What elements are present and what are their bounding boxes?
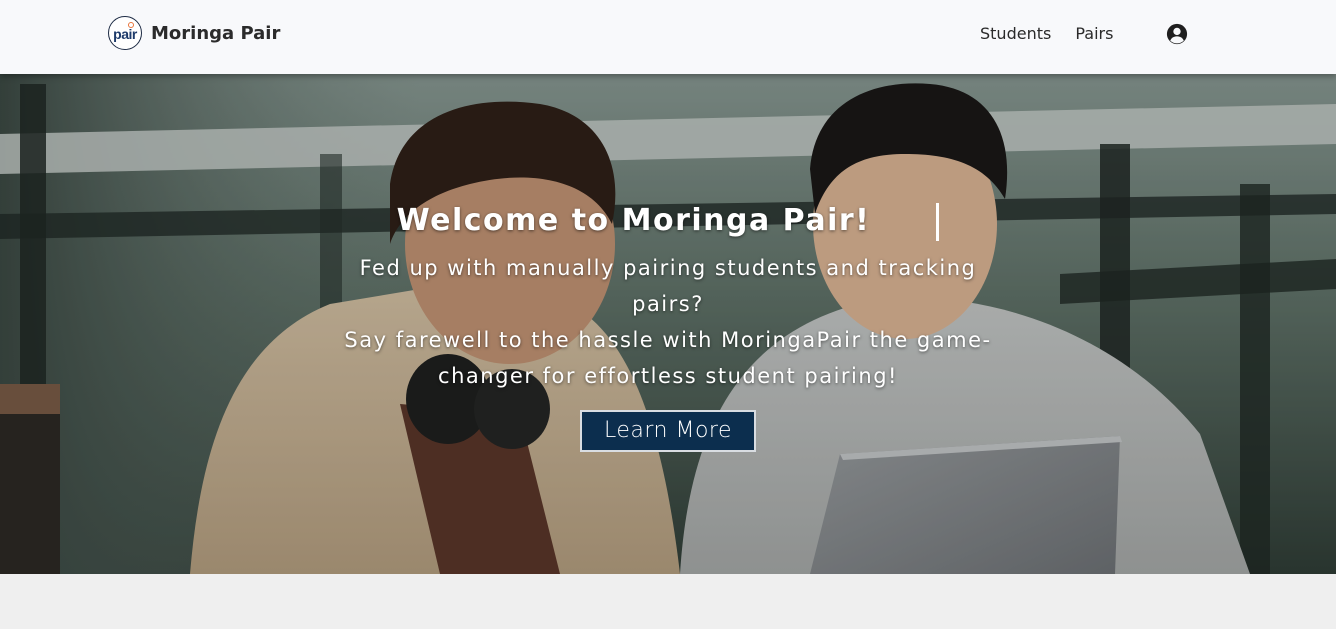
logo-dot bbox=[128, 22, 134, 28]
hero-subtitle-line1: Fed up with manually pairing students an… bbox=[359, 256, 977, 316]
learn-more-button[interactable]: Learn More bbox=[579, 410, 757, 452]
typing-cursor bbox=[936, 202, 940, 241]
logo-text: pair bbox=[113, 26, 137, 42]
hero-content: Welcome to Moringa Pair! Fed up with man… bbox=[318, 200, 1018, 452]
nav-link-pairs[interactable]: Pairs bbox=[1075, 24, 1113, 43]
hero-subtitle-line2: Say farewell to the hassle with MoringaP… bbox=[344, 328, 992, 388]
hero-section: Welcome to Moringa Pair! Fed up with man… bbox=[0, 74, 1336, 574]
navbar: pair Moringa Pair Students Pairs bbox=[0, 0, 1336, 74]
hero-title: Welcome to Moringa Pair! bbox=[397, 200, 940, 242]
nav-link-students[interactable]: Students bbox=[980, 24, 1051, 43]
hero-subtitle: Fed up with manually pairing students an… bbox=[328, 250, 1008, 394]
brand-link[interactable]: pair Moringa Pair bbox=[108, 16, 280, 50]
page-footer-band bbox=[0, 574, 1336, 629]
hero-title-text: Welcome to Moringa Pair! bbox=[396, 203, 871, 238]
nav-links: Students Pairs bbox=[980, 24, 1113, 43]
user-circle-icon[interactable] bbox=[1166, 23, 1188, 45]
brand-name: Moringa Pair bbox=[151, 22, 281, 44]
brand-logo-icon: pair bbox=[108, 16, 142, 50]
